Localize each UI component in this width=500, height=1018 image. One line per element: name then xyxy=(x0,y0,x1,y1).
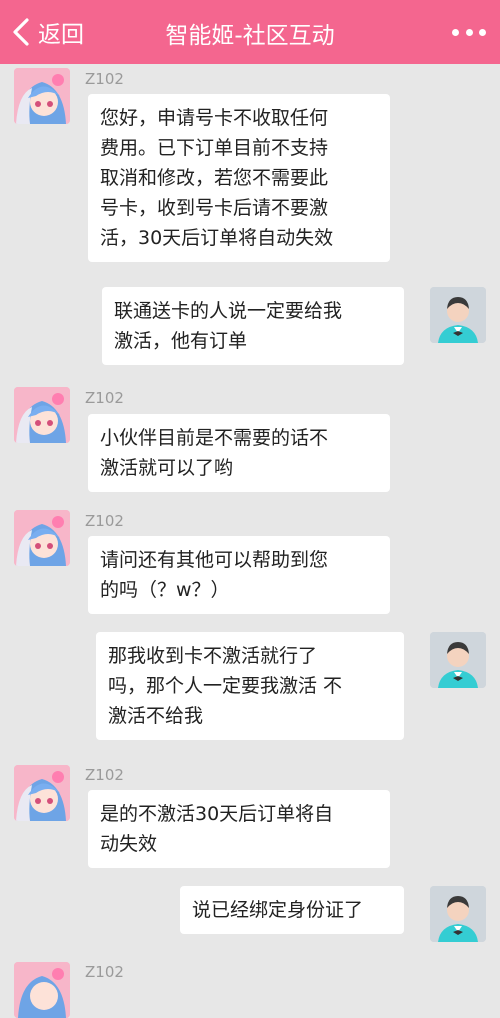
bot-avatar[interactable] xyxy=(14,765,70,821)
page-title: 智能姬-社区互动 xyxy=(165,23,335,49)
user-avatar[interactable] xyxy=(430,287,486,343)
user-avatar[interactable] xyxy=(430,886,486,942)
bot-avatar[interactable] xyxy=(14,387,70,443)
user-avatar[interactable] xyxy=(430,632,486,688)
message-bubble-bot[interactable]: 是的不激活30天后订单将自 动失效 xyxy=(88,790,390,868)
sender-name: Z102 xyxy=(85,389,124,407)
bot-avatar[interactable] xyxy=(14,510,70,566)
bot-avatar[interactable] xyxy=(14,68,70,124)
message-bubble-user[interactable]: 说已经绑定身份证了 xyxy=(180,886,404,934)
more-options-button[interactable] xyxy=(452,22,486,42)
more-dots-icon xyxy=(452,28,459,36)
sender-name: Z102 xyxy=(85,70,124,88)
sender-name: Z102 xyxy=(85,512,124,530)
message-bubble-bot[interactable]: 请问还有其他可以帮助到您 的吗（？w？） xyxy=(88,536,390,614)
message-bubble-bot[interactable]: 您好，申请号卡不收取任何 费用。已下订单目前不支持 取消和修改，若您不需要此 号… xyxy=(88,94,390,262)
sender-name: Z102 xyxy=(85,766,124,784)
message-bubble-user[interactable]: 联通送卡的人说一定要给我 激活，他有订单 xyxy=(102,287,404,365)
sender-name: Z102 xyxy=(85,963,124,981)
app-header: 返回 智能姬-社区互动 xyxy=(0,0,500,64)
bot-avatar[interactable] xyxy=(14,962,70,1018)
message-bubble-bot[interactable]: 小伙伴目前是不需要的话不 激活就可以了哟 xyxy=(88,414,390,492)
message-bubble-user[interactable]: 那我收到卡不激活就行了 吗，那个人一定要我激活 不 激活不给我 xyxy=(96,632,404,740)
